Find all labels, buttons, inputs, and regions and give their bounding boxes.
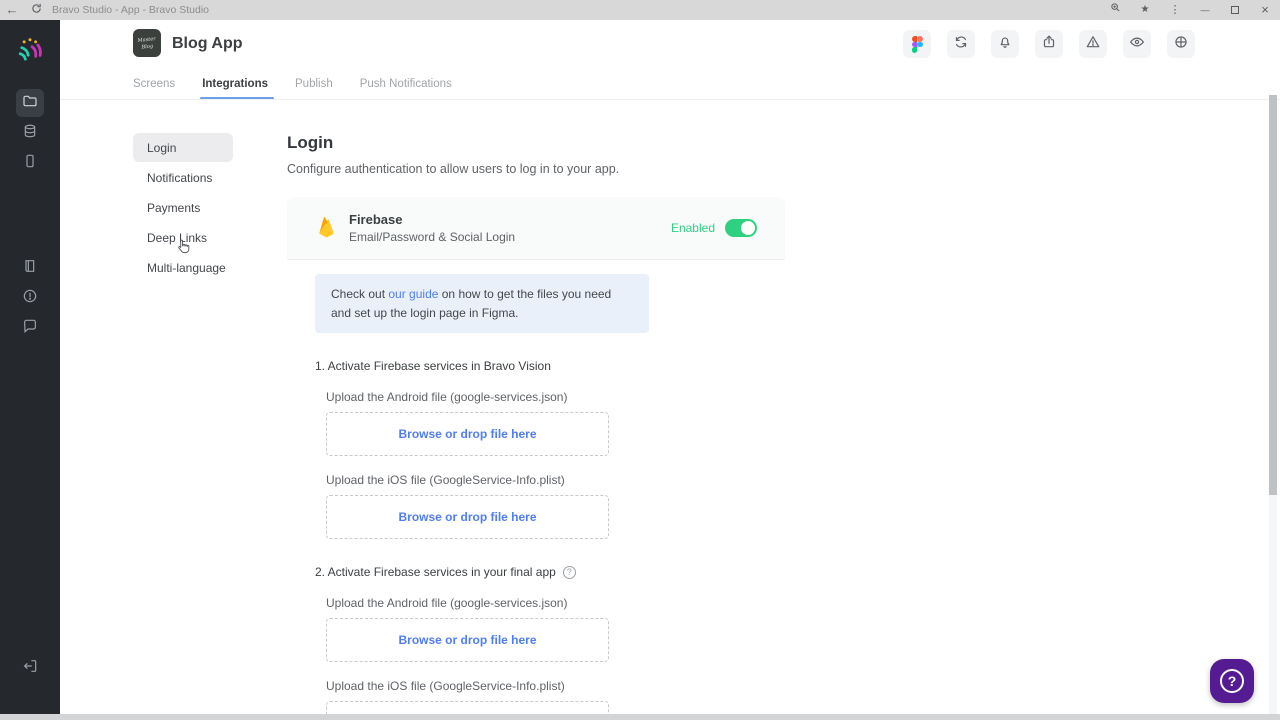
firebase-card-header: Firebase Email/Password & Social Login E… [287, 197, 785, 260]
app-sidebar [0, 20, 60, 714]
scrollbar-track[interactable] [1269, 95, 1277, 714]
toggle-knob [741, 221, 755, 235]
app-thumbnail-label: Master Blog [137, 35, 156, 50]
guide-note: Check out our guide on how to get the fi… [315, 274, 649, 334]
nav-item-login[interactable]: Login [133, 133, 233, 162]
bravo-logo-icon[interactable] [16, 36, 44, 64]
browser-titlebar: ← Bravo Studio - App - Bravo Studio ★ ⋮ … [0, 0, 1280, 20]
page-title: Blog App [172, 35, 243, 52]
integration-description: Email/Password & Social Login [349, 230, 516, 244]
section-1-title: 1. Activate Firebase services in Bravo V… [315, 359, 785, 373]
dropzone-android-2[interactable]: Browse or drop file here [326, 618, 609, 663]
database-icon [22, 123, 38, 144]
help-tooltip-icon[interactable]: ? [562, 565, 576, 579]
app-tabs: Screens Integrations Publish Push Notifi… [133, 78, 452, 100]
upload-label-android-1: Upload the Android file (google-services… [326, 390, 568, 405]
share-icon [1041, 34, 1057, 55]
notifications-button[interactable] [991, 30, 1019, 58]
figma-icon [911, 36, 923, 53]
sidebar-item-info[interactable] [16, 284, 44, 312]
chat-bubble-icon [22, 318, 38, 339]
sidebar-item-preview[interactable] [16, 149, 44, 177]
alerts-button[interactable] [1079, 30, 1107, 58]
section-subtitle: Configure authentication to allow users … [287, 162, 620, 176]
question-mark-icon: ? [1220, 669, 1244, 693]
extension-icon[interactable]: ★ [1130, 0, 1160, 20]
close-button[interactable]: × [1250, 0, 1280, 20]
tab-publish[interactable]: Publish [295, 78, 333, 100]
sync-button[interactable] [947, 30, 975, 58]
bravo-studio-window: ← Bravo Studio - App - Bravo Studio ★ ⋮ … [0, 0, 1280, 720]
maximize-button[interactable] [1220, 6, 1250, 14]
window-bottom-edge [0, 714, 1280, 720]
preview-button[interactable] [1123, 30, 1151, 58]
upload-label-android-2: Upload the Android file (google-services… [326, 596, 568, 611]
firebase-integration-card: Firebase Email/Password & Social Login E… [287, 197, 785, 720]
dropzone-ios-1[interactable]: Browse or drop file here [326, 495, 609, 540]
tab-push-notifications[interactable]: Push Notifications [360, 78, 452, 100]
sidebar-item-projects[interactable] [16, 89, 44, 117]
zoom-icon[interactable] [1100, 0, 1130, 20]
section-2-title-text: 2. Activate Firebase services in your fi… [315, 565, 556, 580]
reload-icon[interactable] [24, 0, 48, 20]
firebase-icon [317, 214, 336, 243]
sidebar-item-feedback[interactable] [16, 314, 44, 342]
sidebar-item-logout[interactable] [16, 654, 44, 682]
sidebar-item-docs[interactable] [16, 254, 44, 282]
header-divider [60, 99, 1280, 100]
folder-icon [22, 93, 38, 114]
help-button[interactable]: ? [1210, 659, 1254, 703]
dropzone-text: Browse or drop file here [398, 510, 537, 525]
section-1-title-text: 1. Activate Firebase services in Bravo V… [315, 359, 551, 374]
settings-icon [1173, 34, 1189, 55]
nav-item-payments[interactable]: Payments [133, 193, 233, 222]
back-icon[interactable]: ← [0, 0, 24, 20]
firebase-card-body: Check out our guide on how to get the fi… [287, 260, 785, 720]
settings-button[interactable] [1167, 30, 1195, 58]
integration-name: Firebase [349, 212, 403, 227]
guide-note-text-before: Check out [331, 287, 389, 301]
firebase-toggle[interactable] [725, 219, 757, 237]
eye-icon [1129, 34, 1145, 55]
status-label: Enabled [670, 221, 715, 235]
sidebar-item-data[interactable] [16, 119, 44, 147]
sync-icon [953, 34, 969, 55]
book-icon [22, 258, 38, 279]
info-circle-icon [22, 288, 38, 309]
section-2-title: 2. Activate Firebase services in your fi… [315, 565, 785, 579]
main-content: Login Configure authentication to allow … [287, 133, 785, 720]
bell-icon [997, 34, 1013, 55]
logout-icon [22, 658, 38, 679]
upload-label-ios-1: Upload the iOS file (GoogleService-Info.… [326, 473, 565, 488]
mouse-cursor-icon [176, 238, 191, 260]
upload-group: Upload the Android file (google-services… [326, 390, 785, 540]
upload-group: Upload the Android file (google-services… [326, 596, 785, 720]
dropzone-android-1[interactable]: Browse or drop file here [326, 412, 609, 457]
warning-triangle-icon [1085, 34, 1101, 55]
dropzone-text: Browse or drop file here [398, 427, 537, 442]
phone-icon [22, 153, 38, 174]
section-heading: Login [287, 133, 334, 152]
browser-menu-icon[interactable]: ⋮ [1160, 0, 1190, 20]
guide-link[interactable]: our guide [388, 287, 438, 301]
integrations-nav: Login Notifications Payments Deep Links … [133, 133, 233, 283]
nav-item-notifications[interactable]: Notifications [133, 163, 233, 192]
minimize-button[interactable]: — [1190, 0, 1220, 20]
app-thumbnail: Master Blog [133, 29, 161, 57]
tab-integrations[interactable]: Integrations [200, 78, 274, 100]
scrollbar-thumb[interactable] [1269, 95, 1277, 495]
share-button[interactable] [1035, 30, 1063, 58]
figma-button[interactable] [903, 30, 931, 58]
upload-label-ios-2: Upload the iOS file (GoogleService-Info.… [326, 679, 565, 694]
dropzone-text: Browse or drop file here [398, 633, 537, 648]
browser-tab-title: Bravo Studio - App - Bravo Studio [52, 4, 210, 16]
tab-screens[interactable]: Screens [133, 78, 175, 100]
